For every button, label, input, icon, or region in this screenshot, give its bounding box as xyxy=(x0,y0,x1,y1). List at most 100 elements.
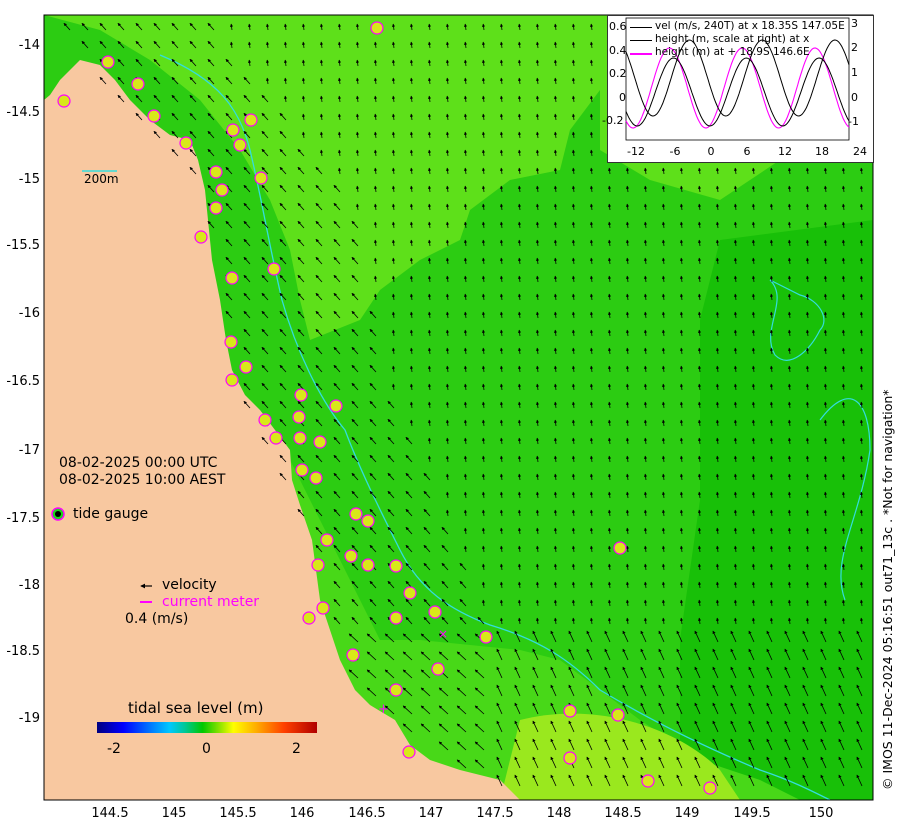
timeseries-inset: vel (m/s, 240T) at x 18.35S 147.05E heig… xyxy=(602,15,874,163)
credit-text: © IMOS 11-Dec-2024 05:16:51 out71_13c . … xyxy=(880,389,895,790)
tide-gauge-marker xyxy=(428,605,442,619)
tide-gauge-marker xyxy=(349,507,363,521)
tide-gauge-marker xyxy=(194,230,208,244)
x-tick: 146 xyxy=(289,806,315,821)
tide-gauge-marker xyxy=(302,611,316,625)
tide-gauge-marker xyxy=(233,138,247,152)
x-tick: 149.5 xyxy=(733,806,771,821)
y-tick: -14 xyxy=(18,38,40,53)
tide-gauge-marker xyxy=(292,410,306,424)
tide-gauge-marker xyxy=(346,648,360,662)
y-tick: -16.5 xyxy=(6,374,40,389)
ts-y-left-tick: 0.4 xyxy=(609,44,627,57)
ts-y-left-tick: 0 xyxy=(619,91,626,104)
legend-line-height xyxy=(630,40,652,41)
tide-gauge-marker xyxy=(370,21,384,35)
tide-gauge-marker xyxy=(215,183,229,197)
colorbar xyxy=(97,722,317,733)
tide-gauge-label: tide gauge xyxy=(73,506,149,522)
tide-gauge-marker xyxy=(320,533,334,547)
current-meter-label: current meter xyxy=(162,594,260,610)
x-tick: 147.5 xyxy=(476,806,514,821)
ts-y-right-tick: -1 xyxy=(848,115,859,128)
ts-x-tick: 12 xyxy=(778,145,792,158)
y-tick: -18 xyxy=(18,578,40,593)
x-tick: 147 xyxy=(418,806,444,821)
velocity-label: velocity xyxy=(162,577,217,593)
tide-gauge-marker xyxy=(225,373,239,387)
x-tick: 145 xyxy=(161,806,187,821)
scale-bar-label: 200m xyxy=(84,172,119,186)
x-tick: 145.5 xyxy=(219,806,257,821)
tide-gauge-marker xyxy=(703,781,717,795)
ts-y-right-tick: 0 xyxy=(851,91,858,104)
current-meter-mark: + xyxy=(378,702,389,717)
legend-entry: vel (m/s, 240T) at x 18.35S 147.05E xyxy=(655,20,845,32)
tide-gauge-marker xyxy=(403,586,417,600)
x-tick: 148 xyxy=(546,806,572,821)
tide-gauge-marker xyxy=(101,55,115,69)
ts-y-left-tick: 0.6 xyxy=(609,20,627,33)
ts-y-right-tick: 1 xyxy=(851,66,858,79)
tide-gauge-marker xyxy=(613,541,627,555)
tide-gauge-marker xyxy=(389,559,403,573)
y-tick: -18.5 xyxy=(6,644,40,659)
y-tick: -15 xyxy=(18,172,40,187)
ts-y-right-tick: 3 xyxy=(851,17,858,30)
tide-gauge-marker xyxy=(431,662,445,676)
legend-entry: height (m) at + 18.9S 146.6E xyxy=(655,46,810,58)
x-tick: 150 xyxy=(808,806,834,821)
tide-gauge-marker xyxy=(311,558,325,572)
tide-gauge-marker xyxy=(209,201,223,215)
tide-gauge-marker xyxy=(309,471,323,485)
tide-gauge-marker xyxy=(225,271,239,285)
tide-gauge-marker xyxy=(244,113,258,127)
x-tick: 146.5 xyxy=(348,806,386,821)
tide-gauge-marker xyxy=(147,109,161,123)
tide-gauge-marker xyxy=(329,399,343,413)
tide-gauge-marker xyxy=(209,165,223,179)
y-tick: -17.5 xyxy=(6,511,40,526)
tide-gauge-marker xyxy=(641,774,655,788)
legend-line-vel xyxy=(630,27,652,28)
tide-gauge-marker xyxy=(563,704,577,718)
tide-gauge-marker xyxy=(402,745,416,759)
legend-line-height-plus xyxy=(630,53,652,55)
legend-entry: height (m, scale at right) at x xyxy=(655,33,810,45)
tide-gauge-marker xyxy=(479,630,493,644)
ts-x-tick: 6 xyxy=(743,145,751,158)
tide-gauge-marker xyxy=(344,549,358,563)
height-series-x xyxy=(625,57,850,127)
y-tick: -16 xyxy=(18,306,40,321)
y-tick: -14.5 xyxy=(6,105,40,120)
tide-gauge-marker xyxy=(131,77,145,91)
tide-gauge-marker xyxy=(389,683,403,697)
tide-gauge-marker xyxy=(361,514,375,528)
x-tick: 149 xyxy=(674,806,700,821)
y-tick: -15.5 xyxy=(6,238,40,253)
tide-gauge-marker xyxy=(361,558,375,572)
tide-gauge-marker xyxy=(293,431,307,445)
tide-gauge-marker xyxy=(226,123,240,137)
ts-y-right-tick: 2 xyxy=(851,41,858,54)
tide-gauge-marker xyxy=(563,751,577,765)
current-meter-mark: × xyxy=(438,627,448,641)
ts-x-tick: 24 xyxy=(853,145,867,158)
tide-gauge-marker xyxy=(269,431,283,445)
colorbar-tick: 0 xyxy=(202,741,211,757)
time-aest: 08-02-2025 10:00 AEST xyxy=(59,472,226,488)
tide-gauge-marker xyxy=(267,262,281,276)
ts-y-left-tick: -0.2 xyxy=(602,114,624,127)
ts-x-tick: 0 xyxy=(707,145,715,158)
ts-x-tick: -6 xyxy=(669,145,681,158)
colorbar-title: tidal sea level (m) xyxy=(128,699,264,717)
ts-x-tick: -12 xyxy=(627,145,645,158)
colorbar-tick: -2 xyxy=(107,741,121,757)
tide-gauge-marker xyxy=(313,435,327,449)
ts-x-tick: 18 xyxy=(815,145,829,158)
tide-gauge-marker xyxy=(179,136,193,150)
y-tick: -19 xyxy=(18,711,40,726)
tide-gauge-marker xyxy=(294,388,308,402)
time-utc: 08-02-2025 00:00 UTC xyxy=(59,455,218,471)
x-tick: 148.5 xyxy=(604,806,642,821)
